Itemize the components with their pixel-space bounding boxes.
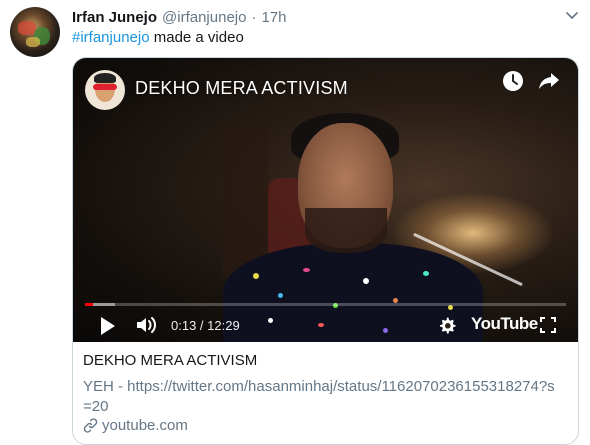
- tweet-text: #irfanjunejo made a video: [72, 28, 244, 47]
- link-icon: [83, 418, 98, 433]
- caret-down-icon[interactable]: [564, 9, 580, 23]
- player-controls: 0:13 / 12:29 YouTube: [73, 312, 578, 338]
- hashtag-link[interactable]: #irfanjunejo: [72, 29, 150, 46]
- video-player[interactable]: DEKHO MERA ACTIVISM 0:13 / 12:29 YouTube: [73, 58, 578, 342]
- progress-bar[interactable]: [85, 303, 566, 306]
- channel-avatar[interactable]: [85, 70, 125, 110]
- progress-fill: [85, 303, 94, 306]
- youtube-logo[interactable]: YouTube: [471, 314, 538, 334]
- play-icon[interactable]: [99, 316, 117, 336]
- duration: 12:29: [207, 318, 240, 333]
- time-separator: /: [196, 318, 208, 333]
- current-time: 0:13: [171, 318, 197, 333]
- card-description: YEH - https://twitter.com/hasanminhaj/st…: [83, 378, 555, 415]
- video-timecode: 0:13 / 12:29: [171, 318, 240, 333]
- fullscreen-icon[interactable]: [540, 317, 556, 333]
- volume-icon[interactable]: [135, 315, 159, 335]
- tweet-header: Irfan Junejo @irfanjunejo · 17h: [72, 7, 287, 27]
- tweet-text-body: made a video: [149, 29, 244, 46]
- card-domain: youtube.com: [83, 417, 188, 434]
- card-domain-text: youtube.com: [102, 417, 188, 434]
- link-card[interactable]: DEKHO MERA ACTIVISM 0:13 / 12:29 YouTube…: [72, 57, 579, 445]
- share-icon[interactable]: [538, 71, 560, 91]
- video-title[interactable]: DEKHO MERA ACTIVISM: [135, 78, 348, 99]
- watch-later-icon[interactable]: [502, 70, 524, 92]
- author-name[interactable]: Irfan Junejo: [72, 9, 157, 26]
- card-title: DEKHO MERA ACTIVISM: [83, 352, 258, 369]
- separator-dot: ·: [251, 8, 257, 26]
- settings-icon[interactable]: [438, 316, 456, 334]
- author-handle[interactable]: @irfanjunejo: [162, 9, 246, 26]
- tweet[interactable]: Irfan Junejo @irfanjunejo · 17h #irfanju…: [0, 0, 590, 445]
- tweet-timestamp[interactable]: 17h: [261, 9, 286, 26]
- author-avatar[interactable]: [10, 7, 60, 57]
